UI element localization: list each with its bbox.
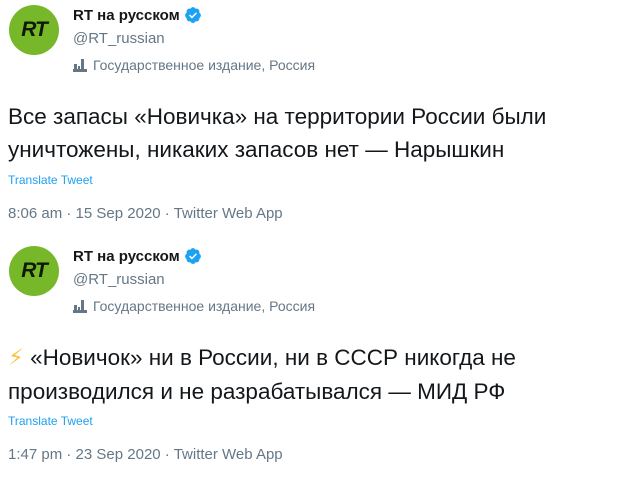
display-name[interactable]: RT на русском bbox=[73, 7, 180, 24]
tweet-source[interactable]: Twitter Web App bbox=[174, 446, 283, 463]
account-label-text: Государственное издание, Россия bbox=[93, 298, 316, 314]
tweet-date[interactable]: 23 Sep 2020 bbox=[76, 446, 161, 463]
lightning-emoji: ⚡ bbox=[8, 345, 24, 371]
account-label-text: Государственное издание, Россия bbox=[93, 57, 316, 73]
state-media-label[interactable]: Государственное издание, Россия bbox=[73, 57, 315, 73]
tweet-text-line: «Новичок» ни в России, ни в СССР никогда… bbox=[23, 345, 516, 370]
separator: · bbox=[62, 446, 76, 463]
tweet-text: Все запасы «Новичка» на территории Росси… bbox=[8, 100, 613, 166]
tweet-text-line: Все запасы «Новичка» на территории Росси… bbox=[8, 104, 547, 129]
tweet-date[interactable]: 15 Sep 2020 bbox=[76, 205, 161, 222]
avatar[interactable]: RT bbox=[9, 246, 59, 296]
tweet-metadata: 1:47 pm · 23 Sep 2020 · Twitter Web App bbox=[8, 446, 283, 463]
tweet-metadata: 8:06 am · 15 Sep 2020 · Twitter Web App bbox=[8, 205, 283, 222]
tweet-text-line: производился и не разрабатывался — МИД Р… bbox=[8, 379, 506, 404]
user-handle[interactable]: @RT_russian bbox=[73, 30, 165, 47]
tweet-time[interactable]: 8:06 am bbox=[8, 205, 62, 222]
author-row: RT на русском bbox=[73, 247, 202, 265]
user-handle[interactable]: @RT_russian bbox=[73, 271, 165, 288]
display-name[interactable]: RT на русском bbox=[73, 248, 180, 265]
tweet-text: ⚡ «Новичок» ни в России, ни в СССР никог… bbox=[8, 341, 613, 408]
avatar-logo-text: RT bbox=[21, 259, 48, 282]
avatar-logo-text: RT bbox=[21, 18, 48, 41]
state-media-label[interactable]: Государственное издание, Россия bbox=[73, 298, 315, 314]
author-row: RT на русском bbox=[73, 6, 202, 24]
separator: · bbox=[160, 205, 174, 222]
translate-tweet-link[interactable]: Translate Tweet bbox=[8, 414, 93, 428]
verified-badge-icon bbox=[184, 7, 201, 23]
state-media-icon bbox=[73, 300, 87, 313]
tweet-text-line: уничтожены, никаких запасов нет — Нарышк… bbox=[8, 137, 505, 162]
tweet-time[interactable]: 1:47 pm bbox=[8, 446, 62, 463]
separator: · bbox=[160, 446, 174, 463]
verified-badge-icon bbox=[184, 248, 201, 264]
tweet-source[interactable]: Twitter Web App bbox=[174, 205, 283, 222]
separator: · bbox=[62, 205, 76, 222]
avatar[interactable]: RT bbox=[9, 5, 59, 55]
state-media-icon bbox=[73, 59, 87, 72]
translate-tweet-link[interactable]: Translate Tweet bbox=[8, 173, 93, 187]
